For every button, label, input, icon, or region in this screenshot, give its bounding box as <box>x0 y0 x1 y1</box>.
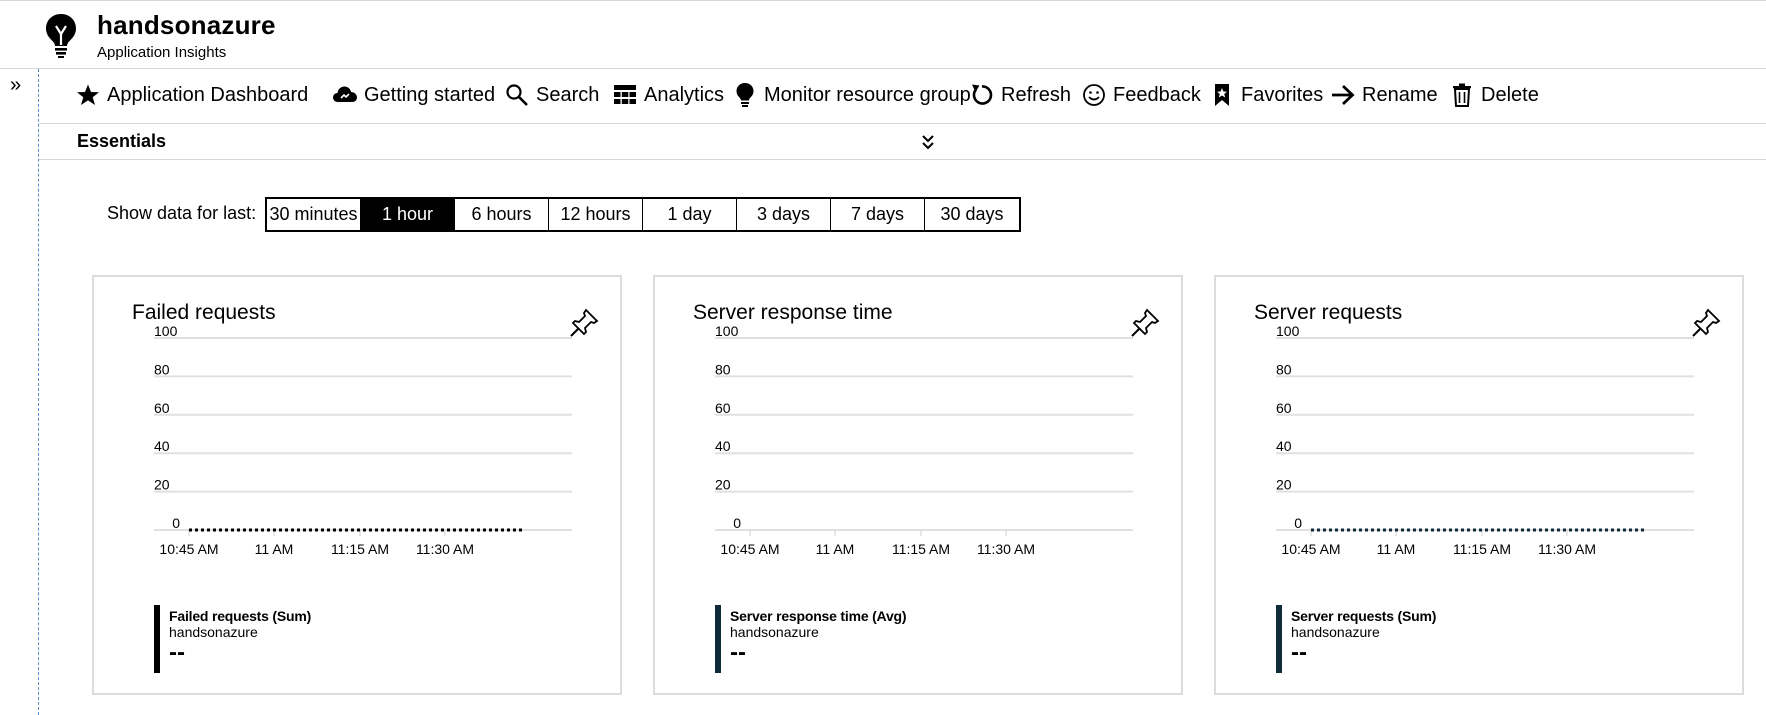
trash-icon <box>1449 82 1475 108</box>
x-tick-label: 11:15 AM <box>1453 541 1511 557</box>
legend-metric-name: Server response time (Avg) <box>730 608 907 624</box>
y-tick-label: 60 <box>1276 400 1292 416</box>
x-tick-label: 11:15 AM <box>331 541 389 557</box>
legend-metric-value: -- <box>169 639 185 666</box>
search-label: Search <box>536 83 600 106</box>
y-tick-label: 40 <box>1276 438 1292 454</box>
resource-header: handsonazure Application Insights <box>0 0 1766 69</box>
rename-label: Rename <box>1362 83 1438 106</box>
x-tick-label: 11:30 AM <box>1538 541 1596 557</box>
legend-color-bar <box>1276 605 1282 673</box>
legend-color-bar <box>154 605 160 673</box>
x-tick-label: 10:45 AM <box>720 541 779 557</box>
y-tick-label: 0 <box>172 515 180 531</box>
y-tick-label: 80 <box>154 361 170 377</box>
search-button[interactable]: Search <box>504 77 599 113</box>
time-range-option[interactable]: 1 day <box>643 199 737 230</box>
y-tick-label: 20 <box>715 477 731 493</box>
line-chart: 100 80 60 40 20 0 10:45 AM 11 AM 11:15 AM 11:30 A… <box>154 323 572 557</box>
refresh-button[interactable]: Refresh <box>969 77 1071 113</box>
time-range-option[interactable]: 7 days <box>831 199 925 230</box>
legend-metric-value: -- <box>1291 639 1307 666</box>
essentials-title: Essentials <box>77 131 167 151</box>
rename-button[interactable]: Rename <box>1330 77 1438 113</box>
y-tick-label: 60 <box>715 400 731 416</box>
collapsed-menu-rail: » <box>0 69 39 715</box>
arrow-right-icon <box>1330 82 1356 108</box>
smiley-icon <box>1081 82 1107 108</box>
delete-label: Delete <box>1481 83 1539 106</box>
y-tick-label: 60 <box>154 400 170 416</box>
time-range-option[interactable]: 12 hours <box>549 199 643 230</box>
cloud-icon <box>332 82 358 108</box>
application-dashboard-label: Application Dashboard <box>107 83 309 106</box>
x-tick-label: 11 AM <box>1377 541 1416 557</box>
resource-name: handsonazure <box>97 10 276 40</box>
legend-resource-name: handsonazure <box>169 624 258 640</box>
double-chevron-right-icon[interactable]: » <box>10 75 21 95</box>
time-range-label: Show data for last: <box>107 203 257 223</box>
bookmark-star-icon <box>1209 82 1235 108</box>
star-icon <box>75 82 101 108</box>
analytics-label: Analytics <box>644 83 725 106</box>
y-tick-label: 100 <box>154 323 178 339</box>
chart-card-server-requests[interactable]: Server requests 100 80 60 40 20 0 10:45 AM 11 A… <box>1214 275 1744 695</box>
legend-resource-name: handsonazure <box>730 624 819 640</box>
y-tick-label: 80 <box>715 361 731 377</box>
application-dashboard-button[interactable]: Application Dashboard <box>75 77 308 113</box>
lightbulb-icon <box>46 14 76 58</box>
feedback-button[interactable]: Feedback <box>1081 77 1201 113</box>
time-range-option[interactable]: 3 days <box>737 199 831 230</box>
line-chart: 100 80 60 40 20 0 10:45 AM 11 AM 11:15 AM 11:30 A… <box>1276 323 1694 557</box>
x-tick-label: 10:45 AM <box>159 541 218 557</box>
x-tick-label: 11:15 AM <box>892 541 950 557</box>
line-chart: 100 80 60 40 20 0 10:45 AM 11 AM 11:15 AM 11:30 A… <box>715 323 1133 557</box>
monitor-resource-group-button[interactable]: Monitor resource group <box>732 77 971 113</box>
legend-metric-value: -- <box>730 639 746 666</box>
grid-icon <box>612 82 638 108</box>
time-range-option[interactable]: 1 hour <box>361 199 455 230</box>
y-tick-label: 20 <box>154 477 170 493</box>
y-tick-label: 20 <box>1276 477 1292 493</box>
y-tick-label: 100 <box>1276 323 1300 339</box>
y-tick-label: 40 <box>715 438 731 454</box>
feedback-label: Feedback <box>1113 83 1201 106</box>
delete-button[interactable]: Delete <box>1449 77 1539 113</box>
x-tick-label: 11:30 AM <box>416 541 474 557</box>
essentials-panel: Essentials <box>39 124 1766 160</box>
chart-card-failed-requests[interactable]: Failed requests 100 80 60 40 20 0 10:45 AM 11 A… <box>92 275 622 695</box>
command-bar: Application Dashboard Getting started Se… <box>39 69 1766 124</box>
legend-color-bar <box>715 605 721 673</box>
time-range-selector: 30 minutes 1 hour 6 hours 12 hours 1 day 3 da… <box>265 197 1021 232</box>
getting-started-button[interactable]: Getting started <box>332 77 495 113</box>
chart-card-server-response-time[interactable]: Server response time 100 80 60 40 20 0 10:45 A… <box>653 275 1183 695</box>
legend-metric-name: Failed requests (Sum) <box>169 608 312 624</box>
analytics-button[interactable]: Analytics <box>612 77 724 113</box>
y-tick-label: 100 <box>715 323 739 339</box>
time-range-option[interactable]: 30 minutes <box>267 199 361 230</box>
time-range-option[interactable]: 30 days <box>925 199 1019 230</box>
monitor-resource-group-label: Monitor resource group <box>764 83 971 106</box>
resource-type: Application Insights <box>97 44 227 61</box>
refresh-label: Refresh <box>1001 83 1072 106</box>
y-tick-label: 0 <box>1294 515 1302 531</box>
favorites-button[interactable]: Favorites <box>1209 77 1323 113</box>
x-tick-label: 10:45 AM <box>1281 541 1340 557</box>
search-icon <box>504 82 530 108</box>
lightbulb-icon <box>732 82 758 108</box>
getting-started-label: Getting started <box>364 83 496 106</box>
y-tick-label: 40 <box>154 438 170 454</box>
refresh-icon <box>969 82 995 108</box>
double-chevron-down-icon[interactable] <box>917 132 939 154</box>
legend-metric-name: Server requests (Sum) <box>1291 608 1437 624</box>
y-tick-label: 80 <box>1276 361 1292 377</box>
y-tick-label: 0 <box>733 515 741 531</box>
x-tick-label: 11:30 AM <box>977 541 1035 557</box>
favorites-label: Favorites <box>1241 83 1324 106</box>
time-range-option[interactable]: 6 hours <box>455 199 549 230</box>
x-tick-label: 11 AM <box>255 541 294 557</box>
x-tick-label: 11 AM <box>816 541 855 557</box>
legend-resource-name: handsonazure <box>1291 624 1380 640</box>
